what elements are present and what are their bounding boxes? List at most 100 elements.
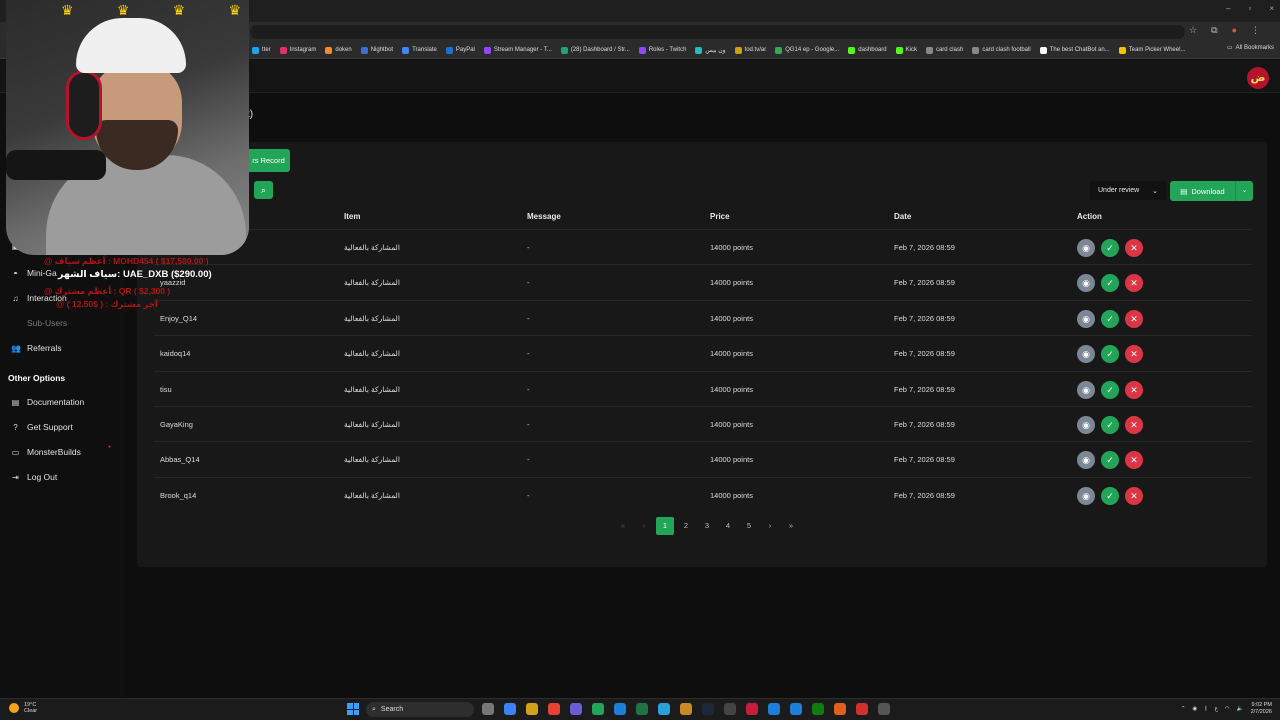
sidebar-item-mini-games[interactable]: ◓ Mini-Ga bbox=[11, 268, 57, 278]
approve-button[interactable]: ✓ bbox=[1101, 309, 1119, 328]
prev-page-button[interactable]: ‹ bbox=[635, 517, 653, 535]
view-button[interactable]: ◉ bbox=[1077, 309, 1095, 328]
bookmark-item[interactable]: QG14 ep - Google... bbox=[775, 46, 839, 54]
app-icon[interactable] bbox=[856, 703, 868, 715]
bookmark-item[interactable]: Translate bbox=[402, 46, 437, 54]
approve-button[interactable]: ✓ bbox=[1101, 345, 1119, 364]
minimize-icon[interactable]: – bbox=[1226, 4, 1230, 13]
bookmark-item[interactable]: Kick bbox=[895, 46, 917, 54]
bookmark-item[interactable]: tter bbox=[252, 46, 271, 54]
sidebar-item-monsterbuilds[interactable]: ▭ MonsterBuilds bbox=[11, 447, 81, 457]
bookmark-item[interactable]: ون بيس bbox=[695, 46, 726, 54]
view-button[interactable]: ◉ bbox=[1077, 239, 1095, 257]
volume-icon[interactable]: 🔈 bbox=[1237, 706, 1244, 712]
brand-logo[interactable]: ض bbox=[1247, 67, 1269, 89]
page-button[interactable]: 2 bbox=[677, 517, 695, 535]
chevron-up-icon[interactable]: ⌃ bbox=[1181, 706, 1186, 712]
reject-button[interactable]: ✕ bbox=[1125, 416, 1143, 434]
sidebar-item-get-support[interactable]: ? Get Support bbox=[11, 422, 73, 432]
taskbar-search[interactable]: ⌕ Search bbox=[366, 702, 474, 717]
bookmark-item[interactable]: (28) Dashboard / Str... bbox=[560, 46, 630, 54]
task-view-icon[interactable] bbox=[482, 703, 494, 715]
bookmark-item[interactable]: dashboard bbox=[848, 46, 887, 54]
weather-widget[interactable]: 19°C Clear bbox=[9, 702, 37, 714]
page-button[interactable]: 1 bbox=[656, 517, 674, 535]
approve-button[interactable]: ✓ bbox=[1101, 380, 1119, 399]
bookmark-item[interactable]: Stream Manager - T... bbox=[483, 46, 552, 54]
bookmark-item[interactable]: tod.tv/ar bbox=[734, 46, 766, 54]
bluetooth-icon[interactable]: ᛒ bbox=[1204, 706, 1207, 712]
file-explorer-icon[interactable] bbox=[526, 703, 538, 715]
close-icon[interactable]: × bbox=[1269, 4, 1274, 13]
app-icon[interactable] bbox=[790, 703, 802, 715]
network-icon[interactable]: ◉ bbox=[1192, 706, 1197, 712]
sidebar-item-documentation[interactable]: ▤ Documentation bbox=[11, 397, 84, 407]
chrome-icon[interactable] bbox=[548, 703, 560, 715]
page-button[interactable]: 5 bbox=[740, 517, 758, 535]
sidebar-item-sub-users[interactable]: Sub-Users bbox=[11, 318, 67, 328]
bookmark-item[interactable]: Roles - Twitch bbox=[638, 46, 686, 54]
all-bookmarks[interactable]: ▭ All Bookmarks bbox=[1227, 44, 1274, 52]
reject-button[interactable]: ✕ bbox=[1125, 380, 1143, 399]
bookmark-item[interactable]: card clash football bbox=[972, 46, 1031, 54]
bookmark-item[interactable]: PayPal bbox=[445, 46, 475, 54]
approve-button[interactable]: ✓ bbox=[1101, 451, 1119, 470]
approve-button[interactable]: ✓ bbox=[1101, 416, 1119, 434]
reject-button[interactable]: ✕ bbox=[1125, 451, 1143, 470]
language-indicator[interactable]: ع bbox=[1215, 706, 1218, 712]
view-button[interactable]: ◉ bbox=[1077, 380, 1095, 399]
sidebar-item-log-out[interactable]: ⇥ Log Out bbox=[11, 472, 57, 482]
column-header-date[interactable]: Date bbox=[894, 212, 911, 221]
wifi-icon[interactable]: ◠ bbox=[1225, 706, 1230, 712]
edge-icon[interactable] bbox=[614, 703, 626, 715]
approve-button[interactable]: ✓ bbox=[1101, 239, 1119, 257]
next-page-button[interactable]: › bbox=[761, 517, 779, 535]
bookmark-item[interactable]: card clash bbox=[925, 46, 963, 54]
extensions-icon[interactable]: ⧉ bbox=[1211, 25, 1217, 36]
app-icon[interactable] bbox=[878, 703, 890, 715]
download-dropdown-toggle[interactable]: ⌄ bbox=[1235, 181, 1253, 201]
star-icon[interactable]: ☆ bbox=[1189, 25, 1197, 36]
maximize-icon[interactable]: ▫ bbox=[1248, 4, 1251, 13]
bookmark-item[interactable]: The best ChatBot an... bbox=[1039, 46, 1110, 54]
address-bar[interactable] bbox=[250, 25, 1185, 39]
bookmark-item[interactable]: Nightbot bbox=[360, 46, 393, 54]
app-icon[interactable] bbox=[746, 703, 758, 715]
obs-icon[interactable] bbox=[724, 703, 736, 715]
view-button[interactable]: ◉ bbox=[1077, 486, 1095, 505]
approve-button[interactable]: ✓ bbox=[1101, 486, 1119, 505]
reject-button[interactable]: ✕ bbox=[1125, 239, 1143, 257]
windows-start-icon[interactable] bbox=[347, 703, 359, 715]
download-button[interactable]: ▤ Download ⌄ bbox=[1170, 181, 1253, 201]
reject-button[interactable]: ✕ bbox=[1125, 309, 1143, 328]
bookmark-item[interactable]: Team Picker Wheel... bbox=[1118, 46, 1185, 54]
reject-button[interactable]: ✕ bbox=[1125, 486, 1143, 505]
xbox-icon[interactable] bbox=[812, 703, 824, 715]
view-button[interactable]: ◉ bbox=[1077, 451, 1095, 470]
app-icon[interactable] bbox=[834, 703, 846, 715]
page-button[interactable]: 3 bbox=[698, 517, 716, 535]
profile-icon[interactable]: ● bbox=[1232, 25, 1237, 36]
copilot-icon[interactable] bbox=[504, 703, 516, 715]
clock[interactable]: 9:02 PM 2/7/2026 bbox=[1251, 702, 1272, 716]
view-button[interactable]: ◉ bbox=[1077, 345, 1095, 364]
search-button[interactable]: ⌕ bbox=[254, 181, 273, 199]
status-filter-select[interactable]: Under review ⌄ bbox=[1090, 181, 1166, 200]
app-icon[interactable] bbox=[592, 703, 604, 715]
bookmark-item[interactable]: doken bbox=[325, 46, 352, 54]
sidebar-item-referrals[interactable]: 👥 Referrals bbox=[11, 343, 61, 353]
discord-icon[interactable] bbox=[570, 703, 582, 715]
menu-icon[interactable]: ⋮ bbox=[1251, 25, 1260, 36]
excel-icon[interactable] bbox=[636, 703, 648, 715]
telegram-icon[interactable] bbox=[658, 703, 670, 715]
column-header-price[interactable]: Price bbox=[710, 212, 730, 221]
view-button[interactable]: ◉ bbox=[1077, 416, 1095, 434]
approve-button[interactable]: ✓ bbox=[1101, 274, 1119, 293]
view-button[interactable]: ◉ bbox=[1077, 274, 1095, 293]
column-header-item[interactable]: Item bbox=[344, 212, 360, 221]
page-button[interactable]: 4 bbox=[719, 517, 737, 535]
tab-orders-record[interactable]: rs Record bbox=[247, 149, 290, 172]
first-page-button[interactable]: « bbox=[614, 517, 632, 535]
last-page-button[interactable]: » bbox=[782, 517, 800, 535]
column-header-message[interactable]: Message bbox=[527, 212, 561, 221]
